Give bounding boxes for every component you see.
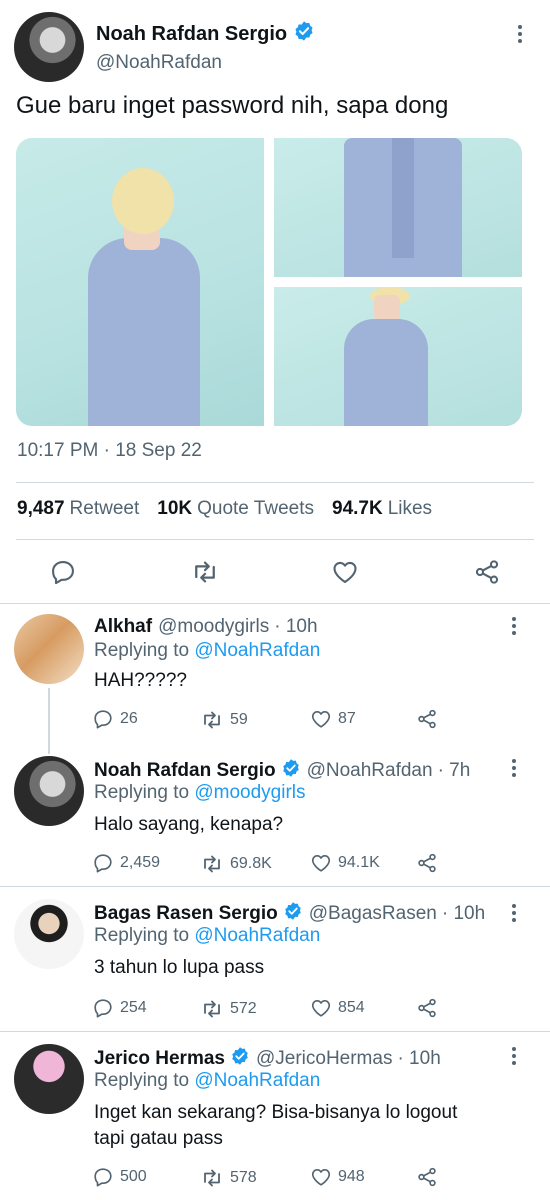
replying-to-link[interactable]: @moodygirls: [194, 782, 305, 803]
verified-badge-icon: [281, 758, 301, 784]
reply-tweet[interactable]: Bagas Rasen Sergio @BagasRasen · 10h Rep…: [0, 887, 550, 1031]
reply-icon: [94, 1168, 112, 1187]
like-count[interactable]: 94.1K: [310, 852, 380, 874]
tweet-stats: 9,487 Retweet 10K Quote Tweets 94.7K Likes: [17, 498, 432, 520]
replying-to-link[interactable]: @NoahRafdan: [194, 925, 320, 946]
tweet-timestamp[interactable]: 10:17 PM · 18 Sep 22: [17, 440, 202, 462]
author-name-row[interactable]: Noah Rafdan Sergio: [96, 20, 315, 48]
reply-author-name[interactable]: Bagas Rasen Sergio: [94, 903, 278, 925]
more-options-icon[interactable]: [504, 614, 524, 638]
replying-to: Replying to @NoahRafdan: [94, 1070, 321, 1091]
reply-action-bar: 2,459 69.8K 94.1K: [92, 852, 452, 876]
tweet-photo-2[interactable]: [274, 138, 522, 277]
like-icon: [311, 1169, 331, 1186]
reply-author-handle[interactable]: @BagasRasen: [309, 903, 437, 925]
reply-text: HAH?????: [94, 670, 187, 691]
reply-author-handle[interactable]: @NoahRafdan: [307, 760, 433, 782]
reply-action-bar: 26 59 87: [92, 708, 452, 732]
reply-count[interactable]: 2,459: [92, 852, 160, 874]
more-options-icon[interactable]: [504, 756, 524, 780]
reply-author-name[interactable]: Noah Rafdan Sergio: [94, 760, 276, 782]
verified-badge-icon: [230, 1046, 250, 1072]
like-icon: [311, 711, 331, 728]
like-icon: [311, 1000, 331, 1017]
tweet-media-grid[interactable]: [16, 138, 522, 426]
like-icon[interactable]: [328, 555, 362, 589]
reply-author-name[interactable]: Jerico Hermas: [94, 1048, 225, 1070]
tweet-photo-3[interactable]: [274, 287, 522, 426]
replying-to: Replying to @moodygirls: [94, 782, 306, 803]
reply-icon: [94, 999, 112, 1018]
verified-badge-icon: [283, 901, 303, 927]
tweet-action-bar: [0, 555, 550, 589]
share-icon[interactable]: [470, 555, 504, 589]
retweet-icon: [204, 711, 220, 729]
quote-stat[interactable]: 10K Quote Tweets: [157, 498, 314, 520]
retweet-icon: [204, 1169, 220, 1187]
verified-badge-icon: [293, 20, 315, 48]
reply-text: 3 tahun lo lupa pass: [94, 957, 265, 978]
reply-text-line: Inget kan sekarang? Bisa-bisanya lo logo…: [94, 1102, 458, 1123]
author-avatar[interactable]: [14, 12, 84, 82]
reply-time[interactable]: · 10h: [397, 1048, 440, 1070]
likes-stat[interactable]: 94.7K Likes: [332, 498, 432, 520]
thread-connector-line: [48, 688, 50, 754]
replying-to: Replying to @NoahRafdan: [94, 640, 321, 661]
reply-tweet[interactable]: Noah Rafdan Sergio @NoahRafdan · 7h Repl…: [0, 748, 550, 886]
reply-icon: [94, 854, 112, 873]
like-count[interactable]: 854: [310, 997, 365, 1019]
like-icon: [311, 855, 331, 872]
reply-text: Halo sayang, kenapa?: [94, 814, 284, 835]
share-icon[interactable]: [416, 997, 438, 1019]
reply-author-name[interactable]: Alkhaf: [94, 616, 152, 638]
author-name[interactable]: Noah Rafdan Sergio: [96, 23, 287, 46]
reply-author-handle[interactable]: @JericoHermas: [256, 1048, 392, 1070]
more-options-icon[interactable]: [504, 901, 524, 925]
reply-time[interactable]: · 7h: [438, 760, 471, 782]
reply-text: Inget kan sekarang? Bisa-bisanya lo logo…: [94, 1100, 457, 1152]
tweet-text: Gue baru inget password nih, sapa dong: [16, 92, 449, 119]
retweet-stat[interactable]: 9,487 Retweet: [17, 498, 139, 520]
like-count[interactable]: 948: [310, 1166, 365, 1188]
reply-count[interactable]: 26: [92, 708, 138, 730]
retweet-count[interactable]: 578: [200, 1166, 257, 1190]
tweet-photo-1[interactable]: [16, 138, 264, 426]
retweet-count[interactable]: 69.8K: [200, 852, 272, 876]
reply-action-bar: 254 572 854: [92, 997, 452, 1021]
retweet-icon: [204, 855, 220, 873]
replying-to-link[interactable]: @NoahRafdan: [194, 1070, 320, 1091]
divider: [16, 482, 534, 483]
reply-avatar[interactable]: [14, 1044, 84, 1114]
reply-author-handle[interactable]: @moodygirls: [158, 616, 269, 638]
reply-tweet[interactable]: Jerico Hermas @JericoHermas · 10h Replyi…: [0, 1032, 550, 1200]
reply-icon[interactable]: [46, 555, 80, 589]
reply-action-bar: 500 578 948: [92, 1166, 452, 1190]
reply-time[interactable]: · 10h: [442, 903, 485, 925]
share-icon[interactable]: [416, 852, 438, 874]
reply-count[interactable]: 254: [92, 997, 147, 1019]
reply-avatar[interactable]: [14, 614, 84, 684]
like-count[interactable]: 87: [310, 708, 356, 730]
retweet-count[interactable]: 59: [200, 708, 248, 732]
replying-to-link[interactable]: @NoahRafdan: [194, 640, 320, 661]
share-icon[interactable]: [416, 708, 438, 730]
reply-tweet[interactable]: Alkhaf @moodygirls · 10h Replying to @No…: [0, 604, 550, 746]
reply-avatar[interactable]: [14, 899, 84, 969]
retweet-icon: [204, 1000, 220, 1018]
retweet-count[interactable]: 572: [200, 997, 257, 1021]
author-handle[interactable]: @NoahRafdan: [96, 52, 222, 74]
divider: [16, 539, 534, 540]
share-icon[interactable]: [416, 1166, 438, 1188]
replying-to: Replying to @NoahRafdan: [94, 925, 321, 946]
more-options-icon[interactable]: [510, 22, 530, 46]
reply-icon: [94, 710, 112, 729]
more-options-icon[interactable]: [504, 1044, 524, 1068]
reply-count[interactable]: 500: [92, 1166, 147, 1188]
reply-time[interactable]: · 10h: [274, 616, 317, 638]
retweet-icon[interactable]: [188, 555, 222, 589]
reply-avatar[interactable]: [14, 756, 84, 826]
reply-text-line: tapi gatau pass: [94, 1128, 223, 1149]
